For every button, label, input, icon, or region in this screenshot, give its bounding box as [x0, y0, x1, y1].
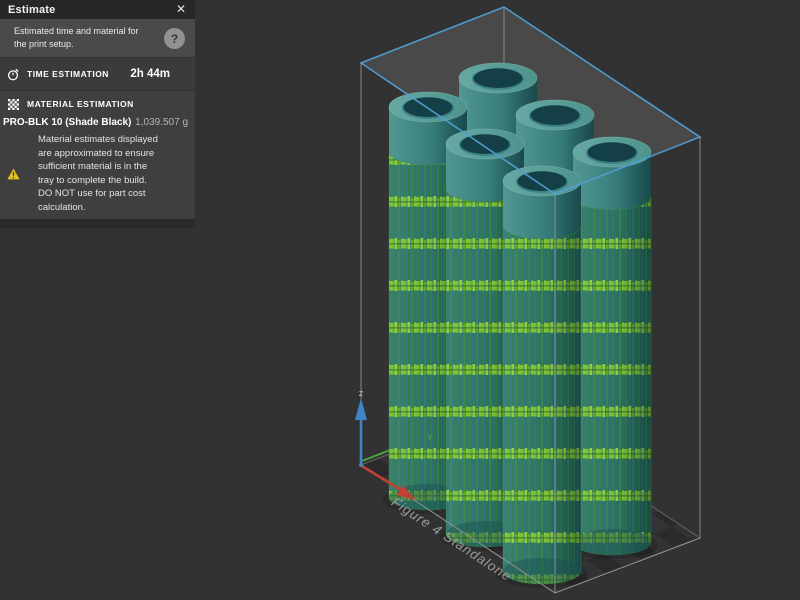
material-warning: Material estimates displayed are approxi…	[0, 131, 195, 214]
warning-icon	[7, 168, 20, 180]
tube-shading	[573, 137, 651, 555]
tube-base	[573, 529, 651, 555]
tube-hole	[531, 105, 580, 125]
material-warning-text: Material estimates displayed are approxi…	[38, 133, 158, 214]
material-amount: 1,039.507 g	[135, 117, 188, 128]
panel-title: Estimate	[8, 4, 171, 16]
tube-hole	[404, 97, 453, 117]
parts-layer	[382, 63, 658, 588]
time-estimation-value: 2h 44m	[130, 68, 170, 80]
estimate-panel-header: Estimate ✕	[0, 0, 195, 19]
material-name: PRO-BLK 10 (Shade Black)	[3, 117, 135, 128]
time-estimation-row: TIME ESTIMATION 2h 44m	[0, 57, 195, 90]
material-estimation-header: MATERIAL ESTIMATION	[0, 91, 195, 114]
axis-z-label: z	[359, 388, 364, 398]
help-icon: ?	[171, 32, 178, 46]
tube-hole	[474, 68, 523, 88]
help-button[interactable]: ?	[164, 28, 185, 49]
material-estimation-label: MATERIAL ESTIMATION	[27, 99, 195, 109]
tube-shading	[503, 166, 581, 584]
material-checker-icon	[8, 99, 19, 110]
estimate-description-section: Estimated time and material for the prin…	[0, 19, 195, 57]
axis-origin	[359, 463, 363, 467]
tube-hole	[588, 142, 637, 162]
time-estimation-label: TIME ESTIMATION	[27, 69, 130, 79]
close-icon[interactable]: ✕	[171, 0, 191, 19]
app-window: Y z Figure 4 Standalone Estimate ✕ Estim…	[0, 0, 800, 600]
material-row: PRO-BLK 10 (Shade Black) 1,039.507 g	[0, 114, 195, 131]
panel-bottom-strip	[0, 219, 195, 228]
part-tube-6[interactable]	[496, 166, 588, 588]
stopwatch-icon	[7, 68, 20, 81]
material-estimation-section: MATERIAL ESTIMATION PRO-BLK 10 (Shade Bl…	[0, 90, 195, 219]
estimate-panel: Estimate ✕ Estimated time and material f…	[0, 0, 195, 228]
estimate-description: Estimated time and material for the prin…	[14, 25, 153, 51]
tube-hole	[461, 134, 510, 154]
axis-y-label: Y	[427, 433, 434, 444]
